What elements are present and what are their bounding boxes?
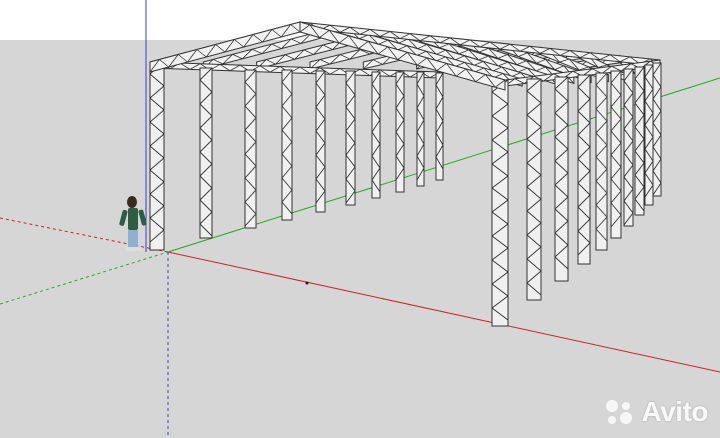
left-column-9[interactable]	[435, 72, 444, 181]
right-column-3[interactable]	[577, 74, 591, 265]
avito-logo-icon	[605, 400, 632, 424]
axis-midpoint	[305, 281, 309, 285]
watermark: Avito	[602, 396, 709, 428]
left-column-2[interactable]	[244, 69, 257, 229]
right-column-0[interactable]	[491, 79, 509, 327]
right-column-6[interactable]	[623, 68, 634, 227]
truss-frame-structure[interactable]	[149, 21, 662, 327]
sketchup-viewport[interactable]: Avito	[0, 0, 720, 438]
left-column-7[interactable]	[395, 71, 405, 193]
left-column-8[interactable]	[416, 71, 425, 187]
left-column-3[interactable]	[281, 69, 293, 221]
right-column-4[interactable]	[595, 72, 608, 251]
left-column-1[interactable]	[199, 67, 213, 239]
right-column-9[interactable]	[652, 62, 662, 197]
left-column-5[interactable]	[345, 70, 356, 206]
model-scene[interactable]	[0, 0, 720, 438]
scale-person-figure	[119, 196, 147, 251]
left-column-4[interactable]	[315, 70, 326, 213]
right-column-2[interactable]	[554, 76, 569, 282]
left-column-0[interactable]	[149, 61, 165, 251]
red-axis-positive	[167, 251, 720, 373]
left-column-6[interactable]	[371, 71, 381, 199]
right-column-5[interactable]	[610, 70, 622, 239]
watermark-text: Avito	[641, 396, 709, 427]
green-axis-negative	[0, 251, 169, 305]
right-column-7[interactable]	[634, 66, 645, 216]
right-column-1[interactable]	[526, 78, 542, 301]
right-column-8[interactable]	[644, 64, 654, 206]
